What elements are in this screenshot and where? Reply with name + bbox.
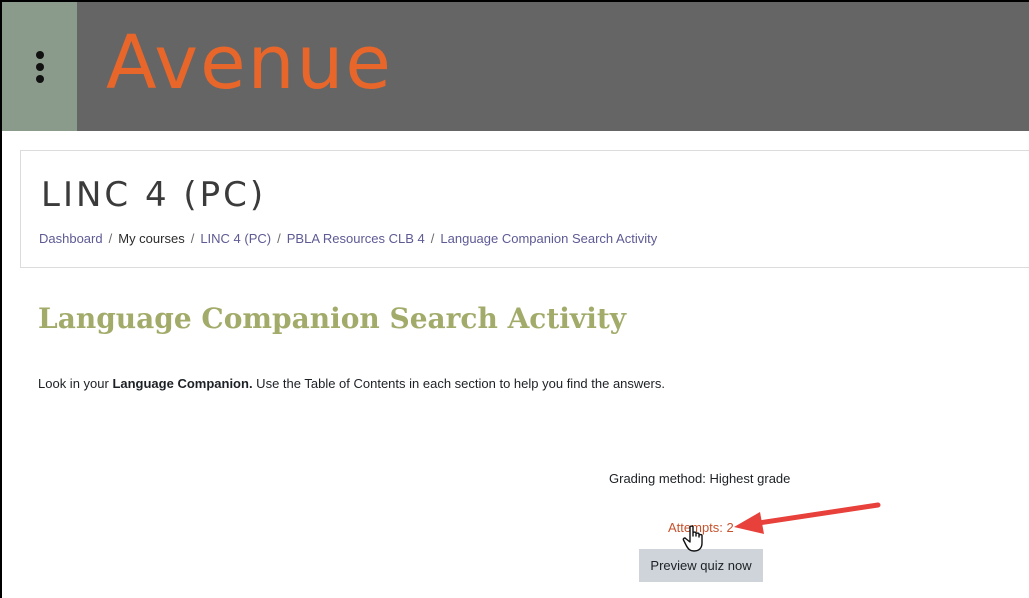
breadcrumb-my-courses: My courses — [118, 231, 185, 246]
top-navbar: Avenue — [2, 2, 1029, 131]
avenue-logo[interactable]: Avenue — [106, 16, 426, 116]
kebab-vertical-icon — [35, 50, 44, 83]
breadcrumb-dashboard[interactable]: Dashboard — [39, 231, 103, 246]
drawer-toggle-button[interactable] — [2, 2, 77, 131]
intro-bold: Language Companion. — [112, 376, 253, 391]
breadcrumb-section[interactable]: PBLA Resources CLB 4 — [287, 231, 425, 246]
breadcrumb-separator: / — [430, 231, 435, 246]
breadcrumb-separator: / — [190, 231, 195, 246]
page-title: Language Companion Search Activity — [38, 302, 627, 335]
breadcrumb-activity[interactable]: Language Companion Search Activity — [440, 231, 657, 246]
svg-text:Avenue: Avenue — [106, 20, 393, 106]
course-header: LINC 4 (PC) Dashboard / My courses / LINC 4 … — [20, 150, 1029, 268]
breadcrumb: Dashboard / My courses / LINC 4 (PC) / PBLA Re… — [39, 231, 657, 246]
grading-method: Grading method: Highest grade — [609, 471, 791, 486]
red-arrow-annotation — [734, 502, 881, 534]
hand-pointer-icon — [682, 525, 703, 552]
intro-text: Look in your Language Companion. Use the… — [38, 376, 665, 391]
preview-quiz-button[interactable]: Preview quiz now — [639, 549, 763, 582]
breadcrumb-separator: / — [277, 231, 281, 246]
breadcrumb-separator: / — [108, 231, 113, 246]
course-title: LINC 4 (PC) — [41, 175, 267, 215]
intro-prefix: Look in your — [38, 376, 113, 391]
intro-suffix: Use the Table of Contents in each sectio… — [252, 376, 665, 391]
breadcrumb-course[interactable]: LINC 4 (PC) — [200, 231, 271, 246]
